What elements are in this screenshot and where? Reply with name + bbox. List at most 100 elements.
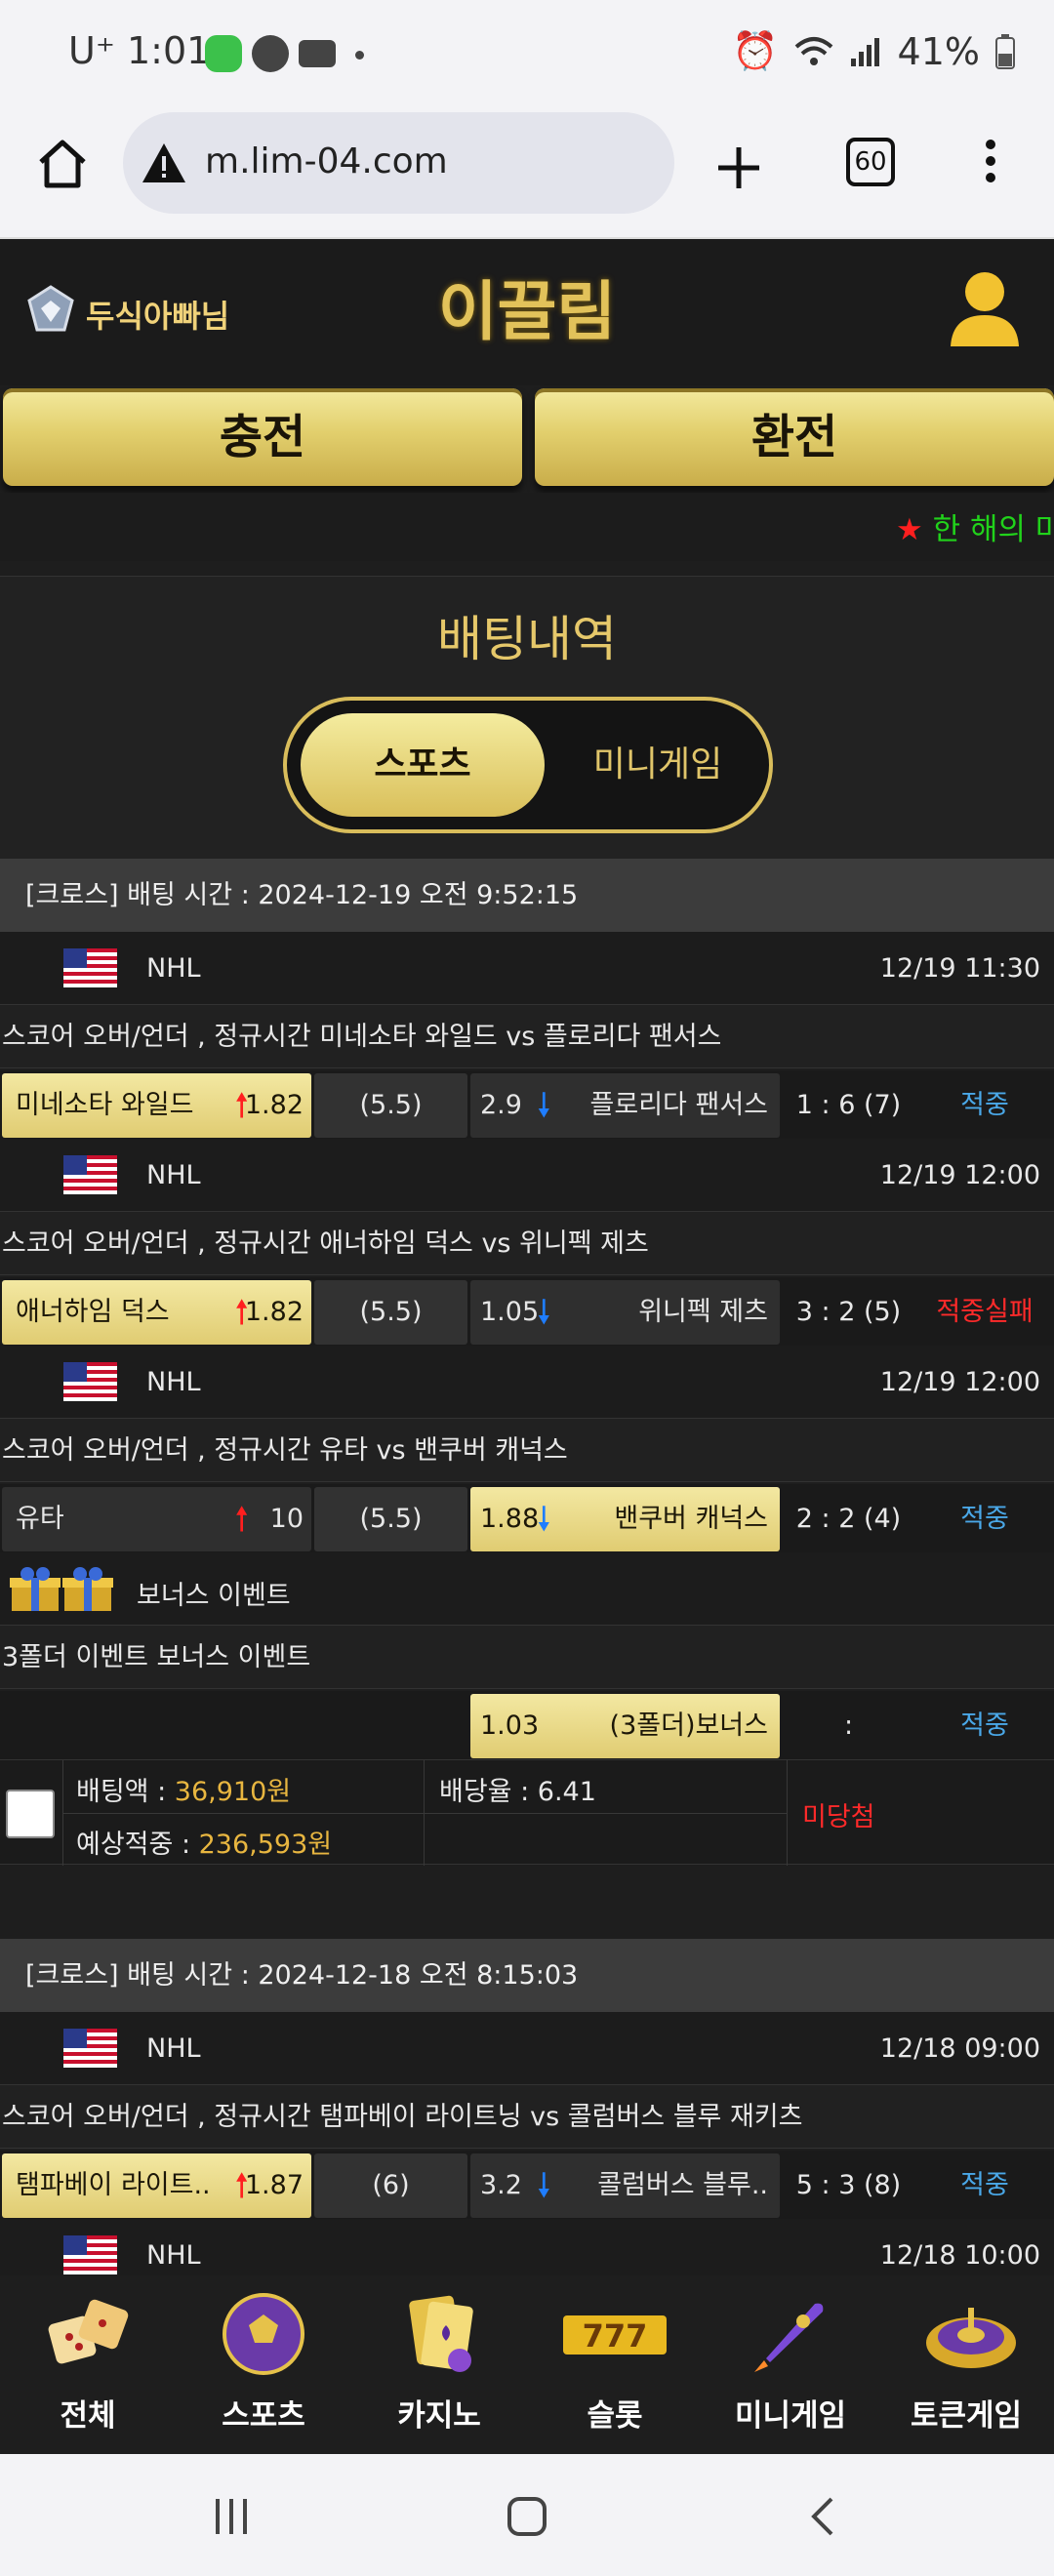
game-datetime: 12/19 11:30 bbox=[879, 953, 1040, 984]
game-datetime: 12/19 12:00 bbox=[879, 1160, 1040, 1190]
home-odds-cell[interactable]: 미네소타 와일드 🠕 1.82 bbox=[2, 1073, 311, 1138]
home-odds-cell[interactable]: 애너하임 덕스 🠕 1.82 bbox=[2, 1280, 311, 1345]
odds-row: 유타 🠕 10 (5.5) 1.88 🠗 밴쿠버 캐넉스 2 : 2 (4) 적중 bbox=[0, 1484, 1054, 1552]
handicap-cell: (6) bbox=[314, 2153, 467, 2218]
result-cell: 적중 bbox=[917, 2153, 1052, 2218]
nav-casino[interactable]: 카지노 bbox=[351, 2275, 527, 2454]
status-right: ⏰ 41% bbox=[732, 29, 1015, 73]
soccer-ball-icon bbox=[223, 2293, 304, 2375]
down-arrow-icon: 🠗 bbox=[537, 1293, 551, 1332]
result-cell: 적중 bbox=[917, 1073, 1052, 1138]
match-title: 3폴더 이벤트 보너스 이벤트 bbox=[0, 1626, 1054, 1689]
league-name: NHL bbox=[146, 2033, 201, 2064]
league-name: NHL bbox=[146, 1160, 201, 1190]
league-row: NHL 12/19 11:30 bbox=[0, 932, 1054, 1005]
away-odds-cell[interactable]: 3.2 🠗 콜럼버스 블루.. bbox=[470, 2153, 780, 2218]
warning-icon[interactable] bbox=[141, 141, 187, 184]
us-flag-icon bbox=[63, 2235, 117, 2274]
home-odds-cell[interactable]: 유타 🠕 10 bbox=[2, 1487, 311, 1551]
score-cell: 5 : 3 (8) bbox=[783, 2153, 914, 2218]
home-icon[interactable] bbox=[35, 137, 90, 191]
bet-status: 미당첨 bbox=[802, 1802, 875, 1832]
deposit-button[interactable]: 충전 bbox=[3, 388, 522, 486]
tab-switcher-button[interactable]: 60 bbox=[846, 138, 895, 186]
odds-row: 애너하임 덕스 🠕 1.82 (5.5) 1.05 🠗 위니펙 제츠 3 : 2 (5)… bbox=[0, 1277, 1054, 1346]
handicap-cell: (5.5) bbox=[314, 1073, 467, 1138]
nav-sports[interactable]: 스포츠 bbox=[176, 2275, 351, 2454]
site-logo[interactable]: 이끌림 bbox=[429, 247, 625, 378]
alarm-icon: ⏰ bbox=[732, 29, 779, 72]
result-cell: 적중 bbox=[917, 1694, 1052, 1758]
marquee-text: 한 해의 마 bbox=[922, 512, 1054, 547]
user-profile-icon[interactable] bbox=[949, 268, 1021, 350]
username[interactable]: 두식아빠님 bbox=[86, 292, 229, 337]
slot-777-icon: 777 bbox=[563, 2315, 667, 2355]
us-flag-icon bbox=[63, 948, 117, 987]
new-tab-icon[interactable] bbox=[714, 143, 763, 192]
result-cell: 적중실패 bbox=[917, 1280, 1052, 1345]
back-icon[interactable] bbox=[804, 2495, 843, 2538]
score-cell: 3 : 2 (5) bbox=[783, 1280, 914, 1345]
page-title: 배팅내역 bbox=[437, 611, 617, 667]
recent-apps-icon[interactable] bbox=[210, 2495, 253, 2538]
url-text[interactable]: m.lim-04.com bbox=[205, 141, 448, 181]
league-row: NHL 12/19 12:00 bbox=[0, 1139, 1054, 1212]
nav-minigame[interactable]: 미니게임 bbox=[703, 2275, 878, 2454]
withdraw-button[interactable]: 환전 bbox=[535, 388, 1054, 486]
kakaotalk-icon bbox=[252, 35, 289, 72]
result-cell: 적중 bbox=[917, 1487, 1052, 1551]
match-title: 스코어 오버/언더 , 정규시간 미네소타 와일드 vs 플로리다 팬서스 bbox=[0, 1005, 1054, 1068]
select-checkbox[interactable] bbox=[6, 1790, 55, 1838]
battery-percent: 41% bbox=[897, 29, 980, 73]
address-bar[interactable]: m.lim-04.com bbox=[123, 112, 674, 214]
odds-row: 탬파베이 라이트.. 🠕 1.87 (6) 3.2 🠗 콜럼버스 블루.. 5 : 3 … bbox=[0, 2151, 1054, 2219]
home-button-icon[interactable] bbox=[506, 2495, 548, 2538]
rocket-icon bbox=[754, 2303, 824, 2372]
dot-icon bbox=[355, 51, 364, 60]
game-datetime: 12/18 09:00 bbox=[879, 2033, 1040, 2064]
playing-cards-icon bbox=[409, 2295, 473, 2372]
svg-text:777: 777 bbox=[583, 2317, 648, 2355]
battery-icon bbox=[995, 33, 1015, 69]
bonus-odds-cell[interactable]: 1.03 (3폴더)보너스 bbox=[470, 1694, 780, 1758]
menu-icon[interactable] bbox=[986, 140, 997, 188]
bet-amount: 배팅액 : 36,910원 bbox=[76, 1777, 292, 1807]
bet-summary: 배팅액 : 36,910원 배당율 : 6.41 예상적중 : 236,593원… bbox=[0, 1759, 1054, 1866]
league-row: NHL 12/18 09:00 bbox=[0, 2012, 1054, 2085]
down-arrow-icon: 🠗 bbox=[537, 1500, 551, 1539]
nav-slot[interactable]: 777 슬롯 bbox=[527, 2275, 703, 2454]
home-odds-cell[interactable]: 탬파베이 라이트.. 🠕 1.87 bbox=[2, 2153, 311, 2218]
away-odds-cell[interactable]: 2.9 🠗 플로리다 팬서스 bbox=[470, 1073, 780, 1138]
browser-toolbar: m.lim-04.com 60 bbox=[0, 102, 1054, 239]
tab-minigame[interactable]: 미니게임 bbox=[560, 713, 755, 817]
notice-marquee: ★ 한 해의 마 bbox=[0, 493, 1054, 561]
tab-sports[interactable]: 스포츠 bbox=[301, 713, 545, 817]
bet-header: [크로스] 배팅 시간 : 2024-12-19 오전 9:52:15 bbox=[0, 859, 1054, 932]
match-title: 스코어 오버/언더 , 정규시간 탬파베이 라이트닝 vs 콜럼버스 블루 재키… bbox=[0, 2085, 1054, 2149]
youtube-icon bbox=[299, 40, 336, 67]
us-flag-icon bbox=[63, 1362, 117, 1401]
status-time: U⁺ 1:01 bbox=[68, 29, 211, 72]
match-title: 스코어 오버/언더 , 정규시간 애너하임 덕스 vs 위니펙 제츠 bbox=[0, 1212, 1054, 1275]
odds-row: 1.03 (3폴더)보너스 : 적중 bbox=[0, 1691, 1054, 1759]
system-navigation-bar bbox=[0, 2454, 1054, 2576]
tab-count: 60 bbox=[854, 147, 887, 177]
status-bar: U⁺ 1:01 ⏰ 41% bbox=[0, 0, 1054, 102]
league-name: NHL bbox=[146, 2240, 201, 2271]
gift-box-icon bbox=[10, 1567, 113, 1611]
category-toggle: 스포츠 미니게임 bbox=[283, 697, 773, 833]
match-title: 스코어 오버/언더 , 정규시간 유타 vs 밴쿠버 캐넉스 bbox=[0, 1419, 1054, 1482]
expected-win: 예상적중 : 236,593원 bbox=[76, 1830, 333, 1860]
score-cell: : bbox=[783, 1694, 914, 1758]
line-app-icon bbox=[205, 35, 242, 72]
odds-row: 미네소타 와일드 🠕 1.82 (5.5) 2.9 🠗 플로리다 팬서스 1 : 6 (… bbox=[0, 1070, 1054, 1139]
away-odds-cell[interactable]: 1.05 🠗 위니펙 제츠 bbox=[470, 1280, 780, 1345]
handicap-cell: (5.5) bbox=[314, 1487, 467, 1551]
down-arrow-icon: 🠗 bbox=[537, 2166, 551, 2205]
away-odds-cell[interactable]: 1.88 🠗 밴쿠버 캐넉스 bbox=[470, 1487, 780, 1551]
score-cell: 1 : 6 (7) bbox=[783, 1073, 914, 1138]
nav-token-game[interactable]: 토큰게임 bbox=[878, 2275, 1054, 2454]
wifi-icon bbox=[794, 36, 832, 65]
league-name: NHL bbox=[146, 1367, 201, 1397]
nav-all[interactable]: 전체 bbox=[0, 2275, 176, 2454]
